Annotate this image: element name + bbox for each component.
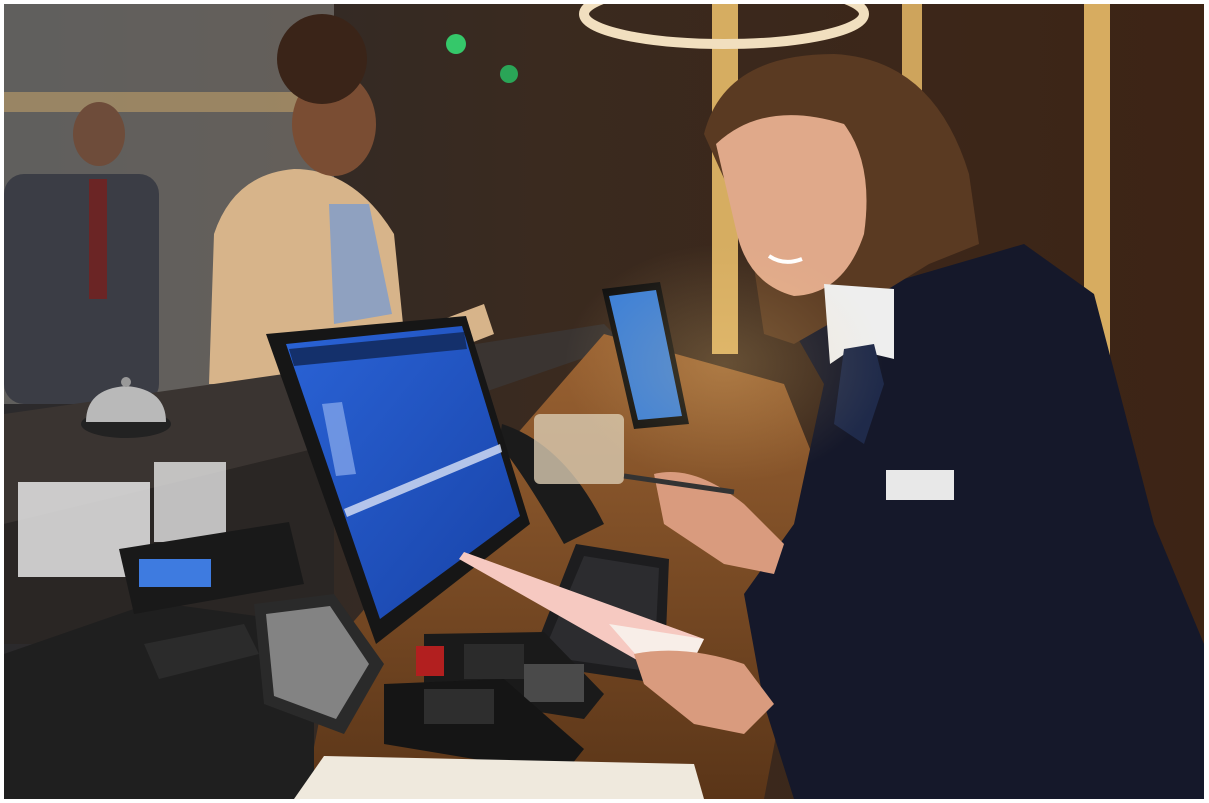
green-light-2 <box>500 65 518 83</box>
name-badge <box>886 470 954 500</box>
green-light-1 <box>446 34 466 54</box>
photo-hotel-reception <box>4 4 1204 799</box>
counter-sign-2 <box>154 462 226 542</box>
